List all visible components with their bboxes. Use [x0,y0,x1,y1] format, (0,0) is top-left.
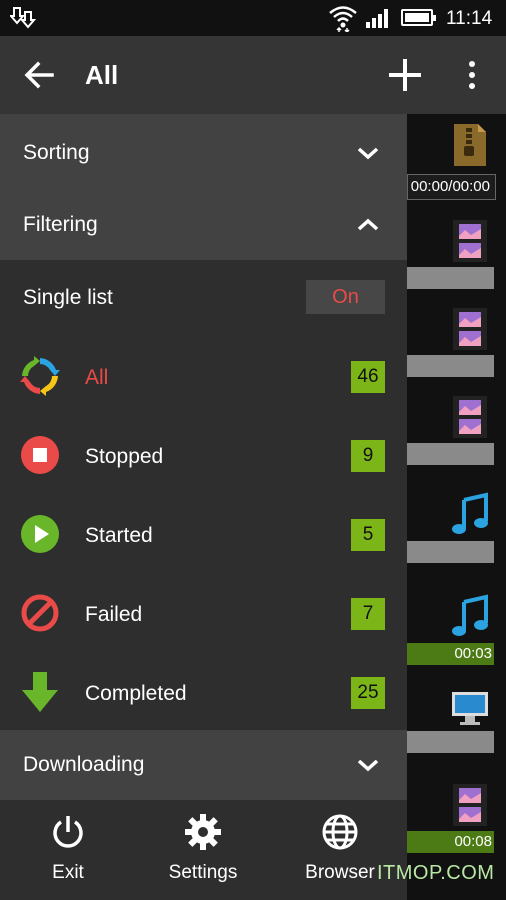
downloading-section-header[interactable]: Downloading [0,730,407,800]
list-item[interactable]: 00:00/00:00 [407,114,506,202]
music-note-icon [452,594,488,636]
video-file-icon [453,220,487,262]
download-list: 00:00/00:00 00:03 00:08 [407,114,506,900]
chevron-down-icon [357,759,379,772]
list-item[interactable] [407,674,506,762]
count-badge: 9 [351,440,385,472]
filter-label: Completed [85,682,187,705]
filter-item-stopped[interactable]: Stopped 9 [0,415,407,493]
filtering-section-header[interactable]: Filtering [0,186,407,260]
video-file-icon [453,784,487,826]
play-icon [21,515,59,553]
wifi-icon [329,6,357,32]
music-note-icon [452,492,488,534]
progress-text: 00:08 [454,833,492,850]
list-item[interactable]: 00:03 [407,586,506,674]
filter-label: Failed [85,603,143,626]
progress-bar [407,731,494,753]
filter-label: Stopped [85,445,164,468]
signal-icon [366,9,388,28]
chevron-down-icon [357,147,379,160]
more-vert-icon[interactable] [462,58,482,92]
progress-bar [407,541,494,563]
page-title: All [85,60,119,90]
browser-button[interactable]: Browser [285,800,395,900]
add-icon[interactable] [386,56,424,94]
chevron-up-icon [357,218,379,231]
list-item[interactable] [407,484,506,572]
progress-bar [407,267,494,289]
app-bar: All [0,36,506,114]
drawer-bottom-bar: Exit Settings Browser [0,800,407,900]
filter-label: Started [85,524,153,547]
settings-label: Settings [168,862,238,883]
globe-icon [322,814,358,850]
clock: 11:14 [446,8,493,29]
single-list-toggle[interactable]: On [306,280,385,314]
navigation-drawer: Sorting Filtering Single list On All 46 [0,114,407,900]
progress-text: 00:03 [454,645,492,662]
progress-bar [407,355,494,377]
list-item[interactable] [407,298,506,386]
progress-bar [407,443,494,465]
status-bar: 11:14 [0,0,506,36]
count-badge: 25 [351,677,385,709]
exit-label: Exit [52,862,84,883]
count-badge: 46 [351,361,385,393]
video-file-icon [453,308,487,350]
all-cycle-icon [20,356,60,396]
filter-item-failed[interactable]: Failed 7 [0,573,407,651]
count-badge: 5 [351,519,385,551]
monitor-icon [452,692,488,725]
back-arrow-icon[interactable] [22,58,56,92]
filtering-label: Filtering [23,213,98,236]
list-item[interactable] [407,210,506,298]
watermark: ITMOP.COM [377,862,495,884]
list-item[interactable]: 00:08 [407,774,506,862]
gear-icon [185,814,221,850]
list-item[interactable] [407,386,506,474]
zip-file-icon [454,124,486,166]
filter-item-completed[interactable]: Completed 25 [0,652,407,730]
download-arrow-icon [22,672,58,712]
downloading-label: Downloading [23,753,145,776]
download-status-icon [10,7,37,29]
progress-text: 00:00/00:00 [410,178,490,195]
sorting-section-header[interactable]: Sorting [0,114,407,186]
settings-button[interactable]: Settings [148,800,258,900]
count-badge: 7 [351,598,385,630]
single-list-label: Single list [23,286,113,309]
battery-icon [401,9,436,26]
filter-item-started[interactable]: Started 5 [0,494,407,572]
video-file-icon [453,396,487,438]
blocked-icon [21,594,59,632]
power-icon [53,816,83,848]
filter-label: All [85,366,109,389]
sorting-label: Sorting [23,141,90,164]
exit-button[interactable]: Exit [13,800,123,900]
filter-item-all[interactable]: All 46 [0,336,407,414]
stop-icon [21,436,59,474]
single-list-row: Single list On [0,260,407,336]
